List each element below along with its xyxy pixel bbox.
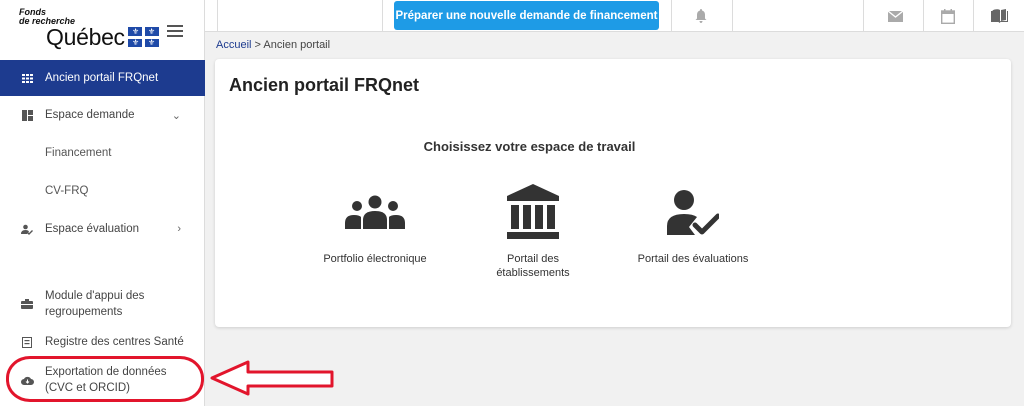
top-bar: Préparer une nouvelle demande de finance…	[205, 0, 1024, 32]
sidebar-item-exportation[interactable]: Exportation de données (CVC et ORCID)	[0, 364, 205, 398]
calendar-icon[interactable]	[939, 8, 957, 24]
portal-label: Portail des établissements	[496, 253, 570, 279]
toolbox-icon	[20, 297, 34, 311]
portal-etablissements[interactable]: Portail des établissements	[463, 184, 603, 280]
chevron-right-icon: ›	[177, 223, 181, 235]
dashboard-icon	[20, 108, 34, 122]
mail-icon[interactable]	[886, 8, 904, 24]
cloud-download-icon	[20, 373, 34, 387]
grid-icon	[20, 71, 34, 85]
breadcrumb-separator: >	[254, 39, 261, 51]
sidebar-item-espace-evaluation[interactable]: Espace évaluation ›	[0, 218, 205, 240]
sidebar-item-registre[interactable]: Registre des centres Santé	[0, 333, 205, 351]
portal-label: Portail des évaluations	[637, 253, 749, 265]
sidebar-item-label: Ancien portail FRQnet	[45, 72, 159, 84]
hamburger-menu-icon[interactable]	[167, 25, 183, 37]
sidebar-item-ancien-portail[interactable]: Ancien portail FRQnet	[0, 60, 205, 96]
sidebar-item-label: Module d'appui des regroupements	[45, 290, 145, 318]
sidebar-item-label: Espace demande	[45, 109, 135, 121]
quebec-flag-icon: ⚜ ⚜ ⚜ ⚜	[128, 27, 159, 47]
sidebar-item-label: Exportation de données (CVC et ORCID)	[45, 366, 167, 394]
breadcrumb-current: Ancien portail	[263, 39, 331, 51]
highlight-arrow-icon	[210, 360, 334, 396]
logo-name: Québec	[46, 24, 125, 50]
breadcrumb-home-link[interactable]: Accueil	[216, 39, 251, 51]
portal-portfolio[interactable]: Portfolio électronique	[305, 186, 445, 266]
sidebar-item-label: Espace évaluation	[45, 223, 139, 235]
chevron-down-icon: ⌄	[171, 109, 181, 122]
sidebar-item-financement[interactable]: Financement	[45, 147, 111, 159]
sidebar-item-espace-demande[interactable]: Espace demande ⌄	[0, 104, 205, 126]
sidebar-item-cv-frq[interactable]: CV-FRQ	[45, 185, 88, 197]
workspace-prompt: Choisissez votre espace de travail	[423, 139, 636, 154]
breadcrumb: Accueil > Ancien portail	[216, 39, 330, 51]
book-icon[interactable]	[990, 8, 1008, 24]
new-funding-request-button[interactable]: Préparer une nouvelle demande de finance…	[394, 1, 659, 30]
institution-icon	[463, 184, 603, 239]
sidebar-item-label: Registre des centres Santé	[45, 336, 184, 348]
sidebar: Fonds de recherche Québec ⚜ ⚜ ⚜ ⚜ Ancien…	[0, 0, 205, 406]
portal-label: Portfolio électronique	[323, 253, 427, 265]
group-icon	[305, 186, 445, 238]
bell-icon[interactable]	[692, 8, 710, 24]
user-check-icon	[623, 186, 763, 238]
portal-evaluations[interactable]: Portail des évaluations	[623, 186, 763, 266]
registry-icon	[20, 335, 34, 349]
sidebar-item-module-appui[interactable]: Module d'appui des regroupements	[0, 288, 205, 322]
page-title: Ancien portail FRQnet	[229, 75, 420, 95]
main-card: Ancien portail FRQnet Choisissez votre e…	[215, 59, 1011, 327]
evaluation-icon	[20, 222, 34, 236]
